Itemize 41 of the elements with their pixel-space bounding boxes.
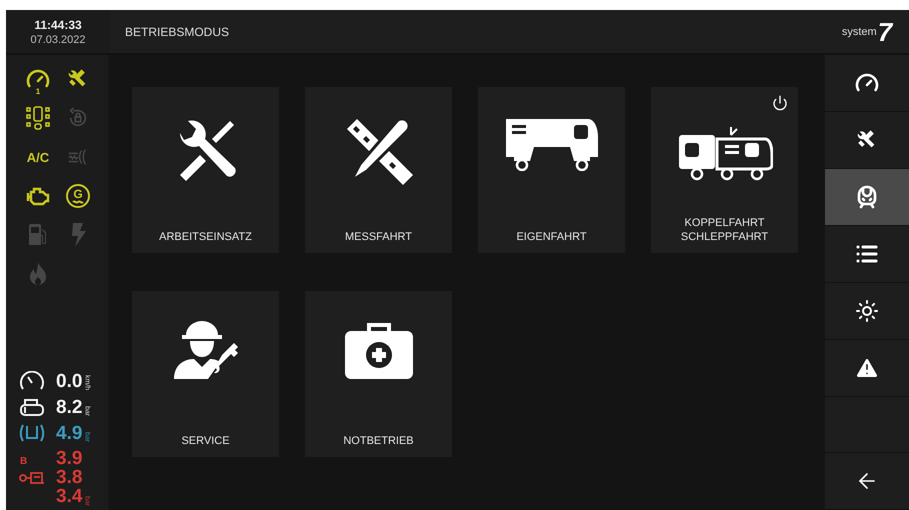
reading-value: 4.9 <box>56 424 82 442</box>
tile-label: EIGENFAHRT <box>516 230 587 244</box>
reading-value: 3.9 <box>56 449 82 468</box>
brake-label: B <box>20 456 28 466</box>
tile-label: SERVICE <box>181 434 230 448</box>
rotate-lock-icon <box>67 107 89 129</box>
tank-icon <box>19 397 45 417</box>
seats-icon <box>26 105 50 131</box>
reading-value: 3.4 <box>56 487 82 506</box>
logo-text: system <box>842 26 877 38</box>
flame-icon <box>28 262 48 286</box>
logo-mark: 7 <box>878 18 892 44</box>
lightning-icon <box>69 223 87 247</box>
mode-tile[interactable]: NOTBETRIEB <box>305 291 452 457</box>
reading-value: 3.8 <box>56 468 82 487</box>
sun-icon <box>855 299 879 323</box>
mode-tile[interactable]: MESSFAHRT <box>305 87 452 253</box>
tile-label: NOTBETRIEB <box>343 434 414 448</box>
brake-cylinder-icon <box>19 470 45 486</box>
clock-time: 11:44:33 <box>34 18 82 32</box>
generator-icon <box>65 183 91 209</box>
train-icon <box>855 185 879 209</box>
hose-icon <box>19 423 45 443</box>
fuel-icon <box>27 223 49 247</box>
clock-date: 07.03.2022 <box>30 34 86 46</box>
page-title: BETRIEBSMODUS <box>125 24 230 38</box>
reading-value: 8.2 <box>56 398 82 416</box>
mode-tile[interactable]: EIGENFAHRT <box>478 87 625 253</box>
ac-indicator: A/C <box>26 150 50 164</box>
tile-label: ARBEITSEINSATZ <box>159 230 252 244</box>
mode-tile[interactable]: KOPPELFAHRT SCHLEPPFAHRT <box>651 87 798 253</box>
engine-icon <box>26 186 50 206</box>
tile-label: MESSFAHRT <box>344 230 412 244</box>
indicator-label: G <box>73 187 83 201</box>
speedometer-icon <box>19 371 45 391</box>
mode-tile[interactable]: ARBEITSEINSATZ <box>132 87 279 253</box>
mode-tile[interactable]: SERVICE <box>132 291 279 457</box>
tile-label: KOPPELFAHRT SCHLEPPFAHRT <box>680 216 768 244</box>
indicator-label: 1 <box>36 87 40 96</box>
reading-value: 0.0 <box>56 372 82 390</box>
nav-button[interactable] <box>825 169 909 226</box>
